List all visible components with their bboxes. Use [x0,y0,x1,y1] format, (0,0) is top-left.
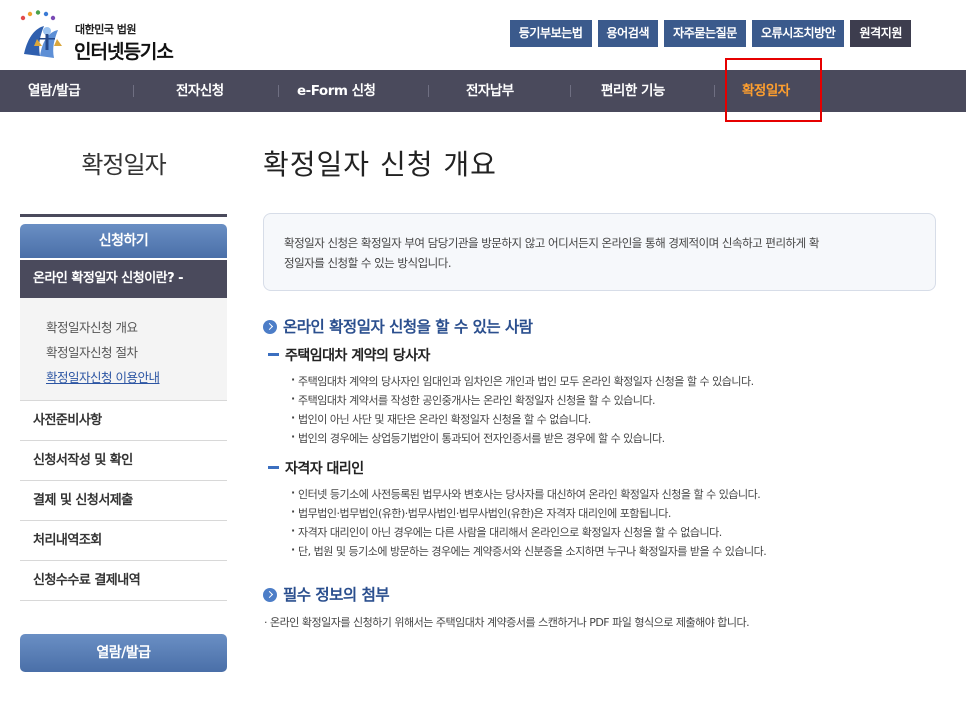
section-heading-text: 필수 정보의 첨부 [283,586,390,604]
site-logo[interactable]: 대한민국 법원 인터넷등기소 [14,10,204,63]
sidebar-subitem-procedure[interactable]: 확정일자신청 절차 [46,342,138,361]
util-button-faq[interactable]: 자주묻는질문 [664,20,746,47]
attachment-note: · 온라인 확정일자를 신청하기 위해서는 주택임대차 계약증서를 스캔하거나 … [264,616,750,629]
subheading-qualified-agent: 자격자 대리인 [268,458,364,478]
intro-text-line2: 정일자를 신청할 수 있는 방식입니다. [284,256,451,270]
subheading-text: 자격자 대리인 [285,461,364,477]
list-item: 법인의 경우에는 상업등기법안이 통과되어 전자인증서를 받은 경우에 할 수 … [291,430,665,446]
sidebar-item-preparation[interactable]: 사전준비사항 [20,401,227,441]
header: 대한민국 법원 인터넷등기소 등기부보는법 용어검색 자주묻는질문 오류시조치방… [0,0,966,70]
circle-arrow-icon [263,588,277,602]
util-button-registry-guide[interactable]: 등기부보는법 [509,20,592,47]
sidebar-item-fee-history[interactable]: 신청수수료 결제내역 [20,561,227,601]
nav-item-e-payment[interactable]: 전자납부 [466,70,514,112]
list-item: 자격자 대리인이 아닌 경우에는 다른 사람을 대리해서 온라인으로 확정일자 … [291,524,722,540]
court-emblem-icon [20,10,62,58]
attachment-note-text: 온라인 확정일자를 신청하기 위해서는 주택임대차 계약증서를 스캔하거나 PD… [270,616,750,629]
sidebar-title: 확정일자 [81,151,166,179]
logo-site-name: 인터넷등기소 [74,41,174,63]
subheading-lease-parties: 주택임대차 계약의 당사자 [268,345,430,365]
sidebar-item-form-writing[interactable]: 신청서작성 및 확인 [20,441,227,481]
page-title: 확정일자 신청 개요 [263,148,497,181]
logo-org-text: 대한민국 법원 [75,23,137,36]
sidebar-tab-apply[interactable]: 신청하기 [20,224,227,258]
util-button-term-search[interactable]: 용어검색 [597,20,659,47]
dash-icon [268,466,279,469]
sidebar-subitem-overview[interactable]: 확정일자신청 개요 [46,317,138,336]
util-button-remote-support[interactable]: 원격지원 [850,20,911,47]
list-item: 단, 법원 및 등기소에 방문하는 경우에는 계약증서와 신분증을 소지하면 누… [291,543,767,559]
main-navigation: 열람/발급 전자신청 e-Form 신청 전자납부 편리한 기능 확정일자 [0,70,966,112]
intro-box: 확정일자 신청은 확정일자 부여 담당기관을 방문하지 않고 어디서든지 온라인… [263,213,936,291]
util-button-error-help[interactable]: 오류시조치방안 [751,20,845,47]
list-item: 법인이 아닌 사단 및 재단은 온라인 확정일자 신청을 할 수 없습니다. [291,411,591,427]
list-item: 인터넷 등기소에 사전등록된 법무사와 변호사는 당사자를 대신하여 온라인 확… [291,486,761,502]
nav-item-e-application[interactable]: 전자신청 [176,70,224,112]
sidebar-item-online-fixed-date[interactable]: 온라인 확정일자 신청이란? - [20,260,227,298]
list-item: 주택임대차 계약의 당사자인 임대인과 임차인은 개인과 법인 모두 온라인 확… [291,373,754,389]
sidebar-item-history[interactable]: 처리내역조회 [20,521,227,561]
sidebar-divider [20,214,227,217]
nav-separator [570,85,571,97]
nav-separator [428,85,429,97]
sidebar-submenu: 확정일자신청 개요 확정일자신청 절차 확정일자신청 이용안내 [20,298,227,401]
list-item: 주택임대차 계약서를 작성한 공인중개사는 온라인 확정일자 신청을 할 수 있… [291,392,656,408]
top-utility-menu: 등기부보는법 용어검색 자주묻는질문 오류시조치방안 원격지원 [509,20,911,47]
intro-text-line1: 확정일자 신청은 확정일자 부여 담당기관을 방문하지 않고 어디서든지 온라인… [284,236,819,250]
dash-icon [268,353,279,356]
section-heading-text: 온라인 확정일자 신청을 할 수 있는 사람 [283,318,533,336]
nav-item-view-issue[interactable]: 열람/발급 [28,70,81,112]
section-heading-eligible: 온라인 확정일자 신청을 할 수 있는 사람 [263,315,533,337]
nav-item-eform[interactable]: e-Form 신청 [297,70,376,112]
nav-separator [133,85,134,97]
section-heading-attachment: 필수 정보의 첨부 [263,583,390,605]
nav-item-fixed-date[interactable]: 확정일자 [742,70,790,112]
sidebar-subitem-usage-guide[interactable]: 확정일자신청 이용안내 [46,367,160,386]
sidebar-item-payment-submit[interactable]: 결제 및 신청서제출 [20,481,227,521]
list-item: 법무법인·법무법인(유한)·법무사법인·법무사법인(유한)은 자격자 대리인에 … [291,505,671,521]
subheading-text: 주택임대차 계약의 당사자 [285,348,430,364]
nav-separator [714,85,715,97]
nav-separator [278,85,279,97]
nav-item-convenient-features[interactable]: 편리한 기능 [601,70,665,112]
circle-arrow-icon [263,320,277,334]
sidebar-button-view-issue[interactable]: 열람/발급 [20,634,227,672]
